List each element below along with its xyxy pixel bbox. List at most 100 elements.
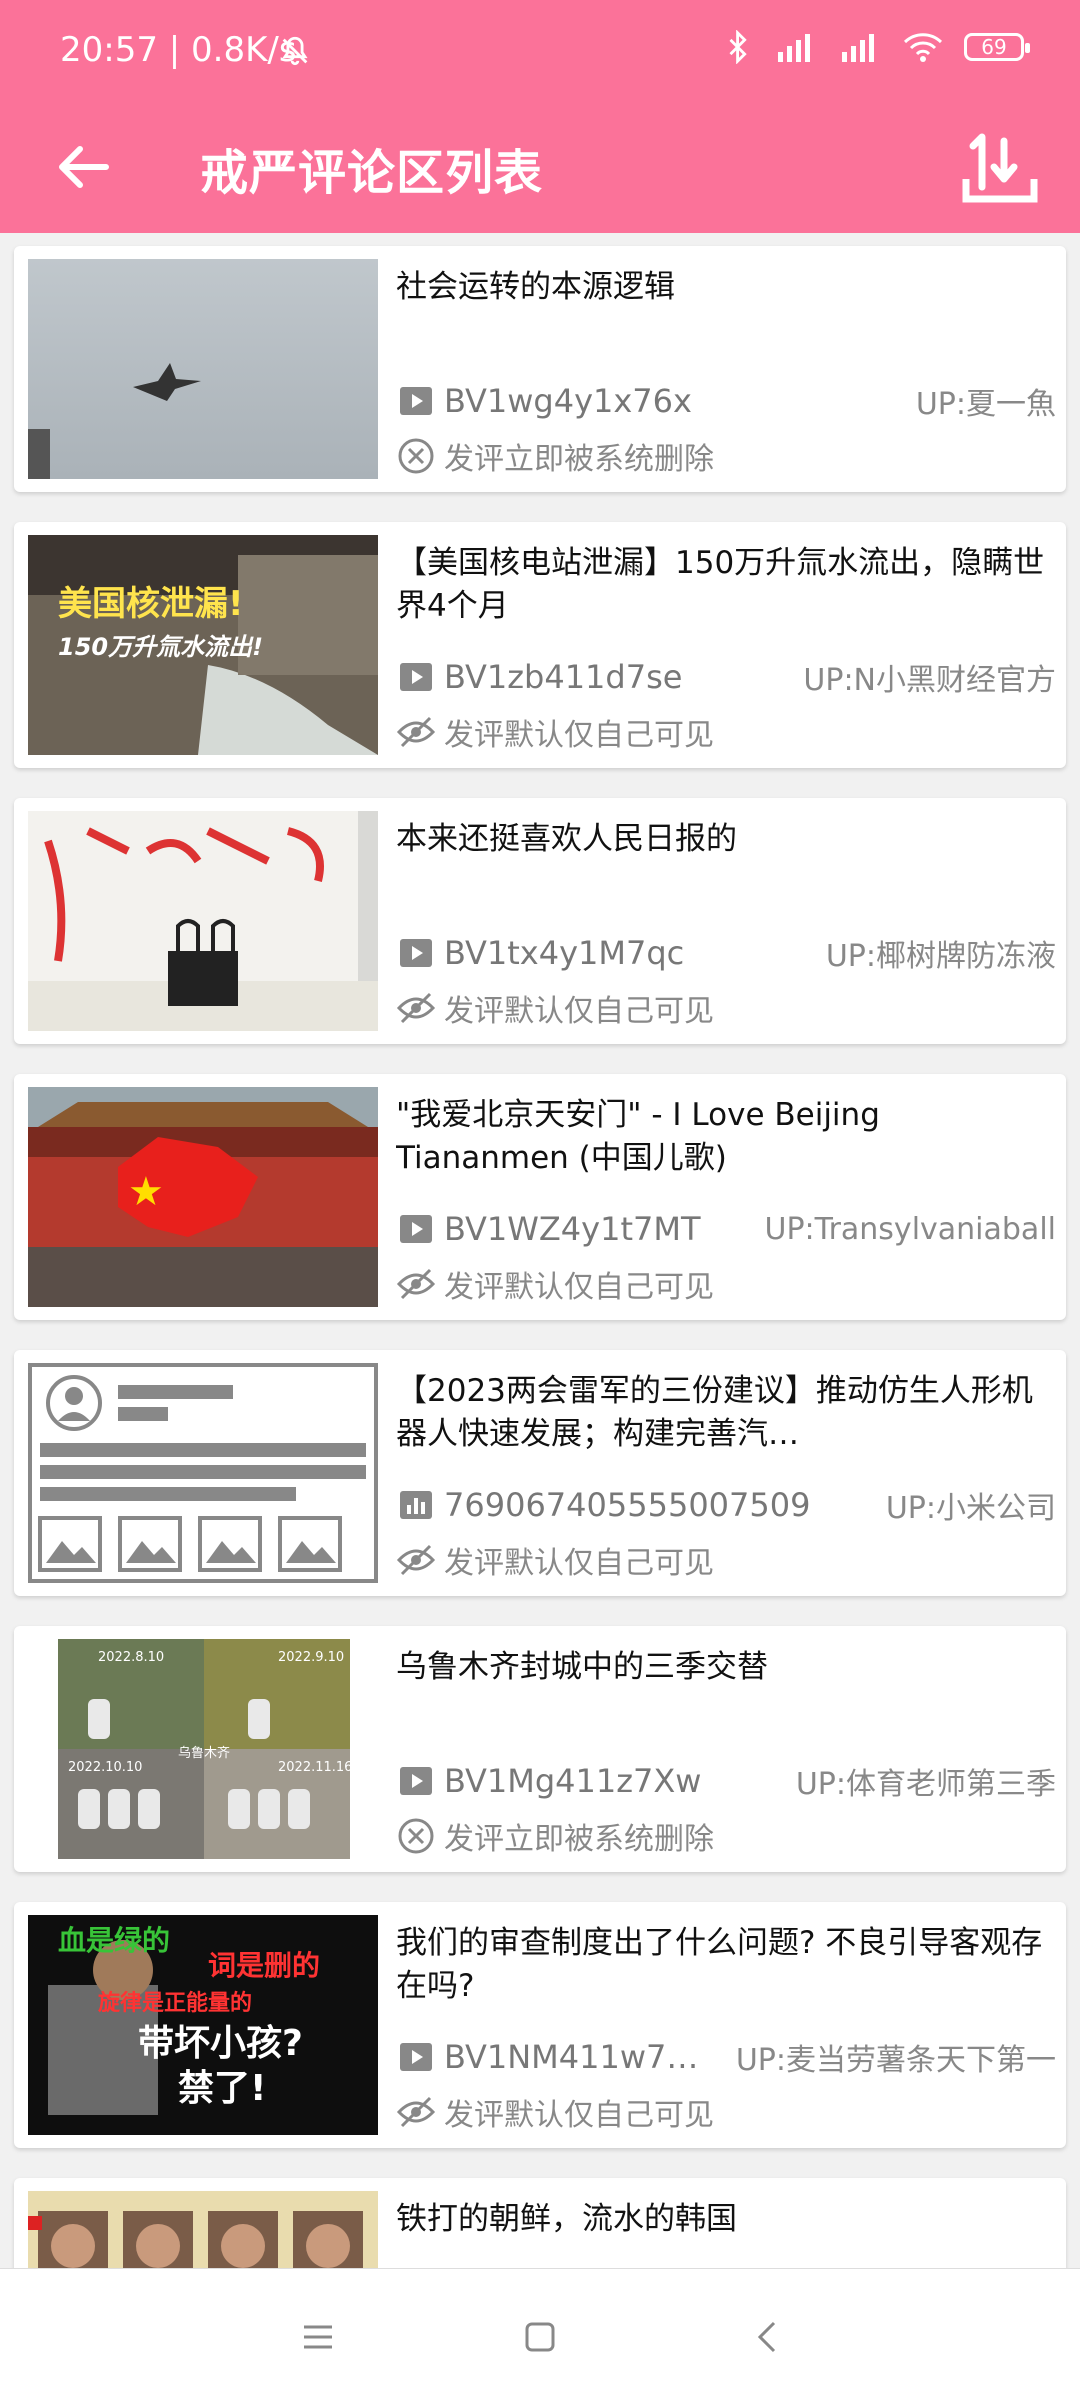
video-title: 【美国核电站泄漏】150万升氚水流出，隐瞒世界4个月 bbox=[396, 545, 1045, 624]
thumb-caption: 禁了! bbox=[178, 2068, 266, 2109]
home-icon[interactable] bbox=[516, 2313, 564, 2361]
list-item[interactable]: 铁打的朝鲜，流水的韩国 bbox=[14, 2178, 1066, 2268]
status-text: 发评默认仅自己可见 bbox=[444, 2098, 714, 2133]
video-title: 我们的审查制度出了什么问题? 不良引导客观存在吗? bbox=[396, 1925, 1043, 2004]
video-thumbnail: ★ bbox=[28, 1087, 378, 1307]
svg-text:★: ★ bbox=[128, 1169, 164, 1215]
video-id: BV1NM411w7… bbox=[444, 2038, 699, 2076]
video-meta: BV1tx4y1M7qc UP:椰树牌防冻液 bbox=[396, 930, 1056, 976]
video-meta: BV1WZ4y1t7MT UP:Transylvaniaball bbox=[396, 1206, 1056, 1252]
list-item[interactable]: 社会运转的本源逻辑 BV1wg4y1x76x UP:夏一魚 发评立即被系统删除 bbox=[14, 246, 1066, 492]
list-item[interactable]: 本来还挺喜欢人民日报的 BV1tx4y1M7qc UP:椰树牌防冻液 发评默认仅… bbox=[14, 798, 1066, 1044]
eye-off-icon bbox=[396, 992, 436, 1024]
list-item[interactable]: 血是绿的 词是删的 旋律是正能量的 带坏小孩? 禁了! 我们的审查制度出了什么问… bbox=[14, 1902, 1066, 2148]
battery-level: 69 bbox=[981, 35, 1007, 59]
thumb-caption-1: 美国核泄漏! bbox=[58, 584, 244, 624]
eye-off-icon bbox=[396, 2096, 436, 2128]
mute-icon bbox=[282, 36, 308, 66]
thumb-date: 2022.10.10 bbox=[68, 1760, 142, 1775]
video-thumbnail: 美国核泄漏! 150万升氚水流出! bbox=[28, 535, 378, 755]
comment-status: 发评立即被系统删除 bbox=[396, 433, 1056, 479]
video-id: BV1Mg411z7Xw bbox=[444, 1762, 702, 1800]
video-title: 乌鲁木齐封城中的三季交替 bbox=[396, 1649, 768, 1685]
deleted-icon bbox=[398, 438, 434, 474]
video-thumbnail bbox=[28, 259, 378, 479]
uploader-name: UP:小米公司 bbox=[885, 1491, 1056, 1526]
video-icon bbox=[400, 387, 432, 415]
comment-area-list[interactable]: 社会运转的本源逻辑 BV1wg4y1x76x UP:夏一魚 发评立即被系统删除 … bbox=[0, 233, 1080, 2268]
battery-icon: 69 bbox=[964, 33, 1030, 61]
status-time: 20:57 | 0.8K/s bbox=[60, 30, 297, 70]
video-thumbnail bbox=[28, 811, 378, 1031]
uploader-name: UP:椰树牌防冻液 bbox=[825, 939, 1056, 974]
video-title: 社会运转的本源逻辑 bbox=[396, 269, 675, 305]
video-icon bbox=[400, 1215, 432, 1243]
thumb-date: 2022.9.10 bbox=[278, 1650, 344, 1665]
uploader-name: UP:N小黑财经官方 bbox=[803, 663, 1056, 698]
comment-status: 发评默认仅自己可见 bbox=[396, 985, 1056, 1031]
article-placeholder-thumbnail bbox=[28, 1363, 378, 1583]
video-meta: BV1wg4y1x76x UP:夏一魚 bbox=[396, 378, 1056, 424]
video-meta: BV1NM411w7… UP:麦当劳薯条天下第一 bbox=[396, 2034, 1056, 2080]
stats-icon bbox=[400, 1491, 432, 1519]
video-title: 本来还挺喜欢人民日报的 bbox=[396, 821, 737, 857]
eye-off-icon bbox=[396, 716, 436, 748]
uploader-name: UP:夏一魚 bbox=[915, 387, 1056, 422]
thumb-caption: 血是绿的 bbox=[58, 1924, 170, 1957]
signal-icon bbox=[842, 34, 874, 62]
page-title: 戒严评论区列表 bbox=[200, 145, 544, 201]
list-item[interactable]: 2022.8.10 2022.9.10 2022.10.10 2022.11.1… bbox=[14, 1626, 1066, 1872]
thumb-caption: 旋律是正能量的 bbox=[98, 1990, 252, 2016]
uploader-name: UP:麦当劳薯条天下第一 bbox=[735, 2043, 1056, 2078]
video-meta: BV1Mg411z7Xw UP:体育老师第三季 bbox=[396, 1758, 1056, 1804]
status-text: 发评立即被系统删除 bbox=[444, 1822, 714, 1857]
bluetooth-icon bbox=[729, 30, 747, 64]
eye-off-icon bbox=[396, 1268, 436, 1300]
comment-status: 发评默认仅自己可见 bbox=[396, 2089, 1056, 2135]
list-item[interactable]: 【2023两会雷军的三份建议】推动仿生人形机器人快速发展；构建完善汽… 7690… bbox=[14, 1350, 1066, 1596]
back-arrow-icon[interactable] bbox=[48, 131, 120, 203]
video-id: BV1zb411d7se bbox=[444, 658, 683, 696]
video-icon bbox=[400, 939, 432, 967]
export-icon[interactable] bbox=[956, 123, 1044, 211]
list-item[interactable]: 美国核泄漏! 150万升氚水流出! 【美国核电站泄漏】150万升氚水流出，隐瞒世… bbox=[14, 522, 1066, 768]
system-nav-bar bbox=[0, 2268, 1080, 2401]
status-text: 发评默认仅自己可见 bbox=[444, 1546, 714, 1581]
comment-status: 发评立即被系统删除 bbox=[396, 1813, 1056, 1859]
uploader-name: UP:体育老师第三季 bbox=[795, 1767, 1056, 1802]
eye-off-icon bbox=[396, 1544, 436, 1576]
comment-status: 发评默认仅自己可见 bbox=[396, 1261, 1056, 1307]
thumb-date: 2022.8.10 bbox=[98, 1650, 164, 1665]
video-id: BV1wg4y1x76x bbox=[444, 382, 692, 420]
status-bar: 20:57 | 0.8K/s 69 bbox=[0, 0, 1080, 105]
video-title: "我爱北京天安门" - I Love Beijing Tiananmen (中国… bbox=[396, 1097, 880, 1176]
video-thumbnail bbox=[28, 2191, 378, 2268]
comment-status: 发评默认仅自己可见 bbox=[396, 1537, 1056, 1583]
status-text: 发评立即被系统删除 bbox=[444, 442, 714, 477]
thumb-date: 2022.11.16 bbox=[278, 1760, 352, 1775]
video-icon bbox=[400, 1767, 432, 1795]
video-meta: 769067405555007509 UP:小米公司 bbox=[396, 1482, 1056, 1528]
thumb-caption-2: 150万升氚水流出! bbox=[58, 633, 263, 661]
list-item[interactable]: ★ "我爱北京天安门" - I Love Beijing Tiananmen (… bbox=[14, 1074, 1066, 1320]
thumb-caption: 词是删的 bbox=[208, 1949, 320, 1982]
comment-status: 发评默认仅自己可见 bbox=[396, 709, 1056, 755]
deleted-icon bbox=[398, 1818, 434, 1854]
thumb-label: 乌鲁木齐 bbox=[178, 1745, 230, 1761]
wifi-icon bbox=[903, 33, 943, 62]
uploader-name: UP:Transylvaniaball bbox=[764, 1211, 1057, 1247]
status-icons: 69 bbox=[724, 30, 1030, 64]
video-title: 【2023两会雷军的三份建议】推动仿生人形机器人快速发展；构建完善汽… bbox=[396, 1373, 1033, 1452]
app-bar: 戒严评论区列表 bbox=[0, 105, 1080, 233]
video-thumbnail: 血是绿的 词是删的 旋律是正能量的 带坏小孩? 禁了! bbox=[28, 1915, 378, 2135]
video-icon bbox=[400, 663, 432, 691]
video-id: BV1tx4y1M7qc bbox=[444, 934, 685, 972]
menu-icon[interactable] bbox=[294, 2313, 342, 2361]
video-meta: BV1zb411d7se UP:N小黑财经官方 bbox=[396, 654, 1056, 700]
thumb-caption: 带坏小孩? bbox=[138, 2023, 303, 2064]
status-text: 发评默认仅自己可见 bbox=[444, 1270, 714, 1305]
video-id: BV1WZ4y1t7MT bbox=[444, 1210, 701, 1248]
back-icon[interactable] bbox=[744, 2313, 792, 2361]
video-title: 铁打的朝鲜，流水的韩国 bbox=[396, 2201, 737, 2237]
video-thumbnail: 2022.8.10 2022.9.10 2022.10.10 2022.11.1… bbox=[28, 1639, 378, 1859]
